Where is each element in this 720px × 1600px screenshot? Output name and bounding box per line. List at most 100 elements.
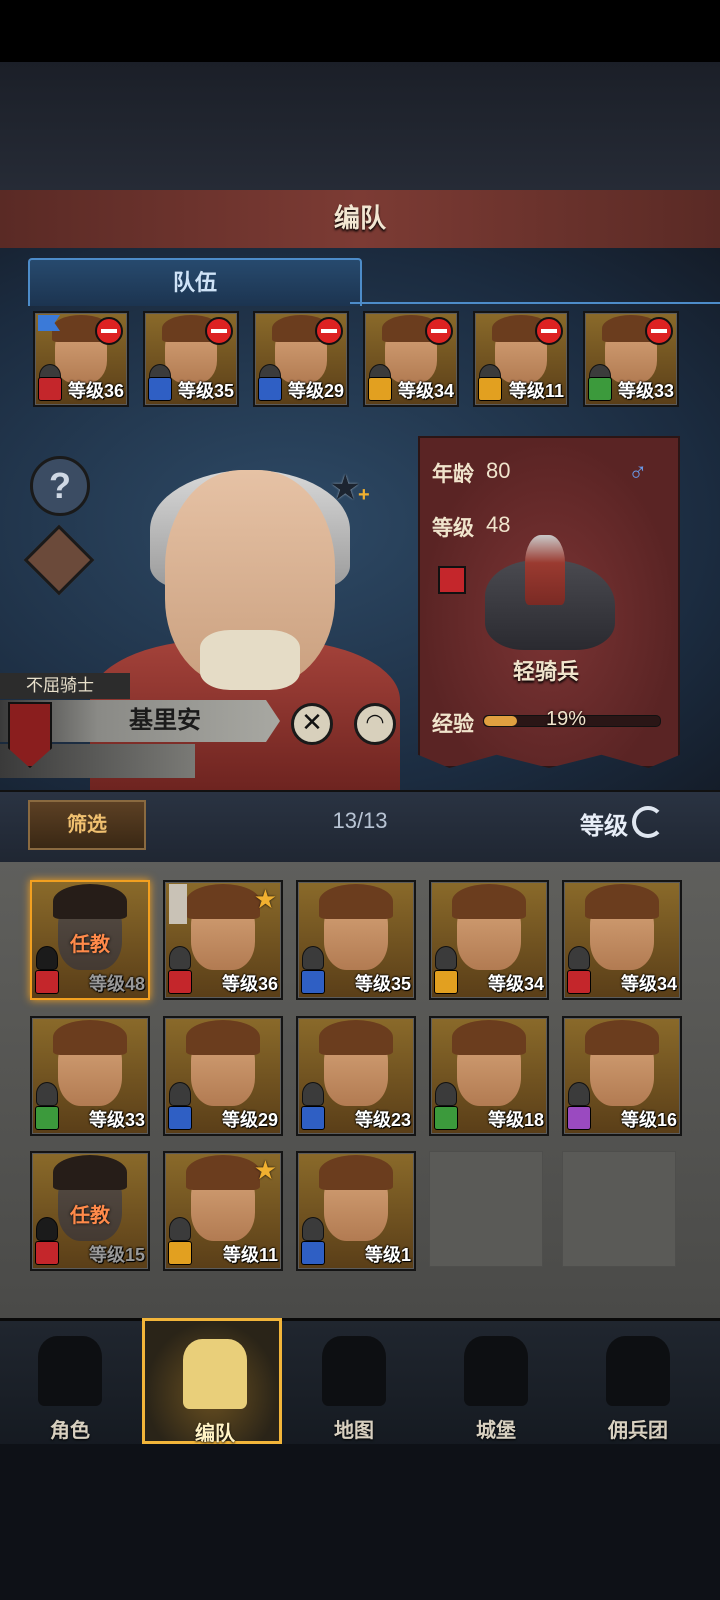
remove-icon[interactable] — [535, 317, 563, 345]
portrait-hair — [52, 1020, 128, 1056]
level-label: 等级29 — [221, 1110, 278, 1130]
nav-label: 佣兵团 — [608, 1420, 668, 1442]
unit-type: 轻骑兵 — [512, 659, 579, 684]
status-bar — [0, 0, 720, 62]
add-star-icon[interactable]: ★ — [330, 468, 360, 508]
class-icon — [434, 970, 458, 994]
roster-card[interactable]: 等级11 ★ — [163, 1151, 283, 1271]
roster-card[interactable]: 等级15 任教 — [30, 1151, 150, 1271]
rider-figure — [525, 535, 565, 605]
class-icon — [567, 1106, 591, 1130]
portrait-hair — [584, 884, 660, 920]
team-slot[interactable]: 等级36 — [33, 311, 129, 407]
class-icon — [301, 970, 325, 994]
roster-card[interactable]: 等级16 — [562, 1016, 682, 1136]
team-slot[interactable]: 等级29 — [253, 311, 349, 407]
sort-button[interactable]: 等级 — [580, 806, 628, 841]
tab-team[interactable]: 队伍 — [28, 258, 362, 306]
horse-icon — [438, 566, 466, 594]
level-label: 等级34 — [487, 974, 544, 994]
nav-label: 地图 — [334, 1420, 374, 1442]
portrait-hair — [451, 1020, 527, 1056]
level-label: 等级33 — [88, 1110, 145, 1130]
nav-castle[interactable]: 城堡 — [426, 1318, 566, 1444]
male-icon: ♂ — [628, 456, 648, 486]
banner-icon — [606, 1336, 670, 1406]
remove-icon[interactable] — [425, 317, 453, 345]
roster-card[interactable]: 等级33 — [30, 1016, 150, 1136]
level-label: 等级11 — [222, 1245, 278, 1265]
castle-icon — [464, 1336, 528, 1406]
title-bar: 编队 — [0, 190, 720, 251]
nav-helmet[interactable]: 编队 — [142, 1318, 282, 1445]
class-icon — [301, 1106, 325, 1130]
helmet-icon — [302, 945, 324, 970]
class-icon — [301, 1241, 325, 1265]
roster-card[interactable]: 等级1 — [296, 1151, 416, 1271]
team-slot[interactable]: 等级35 — [143, 311, 239, 407]
helmet-icon — [568, 945, 590, 970]
compass-icon — [322, 1336, 386, 1406]
remove-icon[interactable] — [205, 317, 233, 345]
class-icon — [35, 1241, 59, 1265]
nav-compass[interactable]: 地图 — [284, 1318, 424, 1444]
remove-icon[interactable] — [645, 317, 673, 345]
roster-card[interactable]: 等级34 — [562, 880, 682, 1000]
help-button[interactable]: ? — [30, 456, 90, 516]
hero-name: 基里安 — [129, 707, 201, 734]
nav-label: 角色 — [50, 1420, 90, 1442]
level-value: 48 — [486, 512, 511, 537]
tab-underline — [350, 302, 720, 304]
bottom-backdrop — [0, 1444, 720, 1600]
level-label: 等级33 — [617, 381, 674, 401]
helmet-icon — [36, 1081, 58, 1106]
portrait-hair — [185, 1155, 261, 1191]
screen-title: 编队 — [333, 203, 386, 233]
age-value: 80 — [486, 458, 511, 483]
team-slot[interactable]: 等级33 — [583, 311, 679, 407]
level-label: 等级15 — [88, 1245, 145, 1265]
class-icon — [478, 377, 502, 401]
status-label: 任教 — [70, 934, 110, 957]
roster-card[interactable]: 等级18 — [429, 1016, 549, 1136]
roster-card[interactable]: 等级23 — [296, 1016, 416, 1136]
roster-card[interactable]: 等级34 — [429, 880, 549, 1000]
remove-icon[interactable] — [95, 317, 123, 345]
class-icon — [368, 377, 392, 401]
refresh-icon[interactable] — [632, 806, 664, 838]
nav-knight[interactable]: 角色 — [0, 1318, 140, 1444]
nav-label: 城堡 — [476, 1420, 516, 1442]
xp-percent: 19% — [546, 708, 587, 730]
portrait-hair — [52, 1155, 128, 1191]
tab-team-label: 队伍 — [172, 270, 217, 295]
equip-button[interactable]: ◠ — [354, 703, 396, 745]
helmet-icon — [302, 1081, 324, 1106]
roster-card[interactable]: 等级29 — [163, 1016, 283, 1136]
hero-scarf — [200, 630, 300, 690]
portrait-hair — [318, 1155, 394, 1191]
remove-icon[interactable] — [315, 317, 343, 345]
plus-icon: + — [358, 484, 370, 506]
star-icon: ★ — [253, 884, 277, 914]
filter-button[interactable]: 筛选 — [28, 800, 146, 850]
star-icon: ★ — [253, 1155, 277, 1185]
helmet-icon — [435, 1081, 457, 1106]
level-label: 等级 — [432, 517, 474, 540]
xp-label: 经验 — [432, 713, 474, 736]
nav-banner[interactable]: 佣兵团 — [568, 1318, 708, 1444]
class-icon — [168, 1106, 192, 1130]
dismiss-button[interactable]: ✕ — [291, 703, 333, 745]
portrait-hair — [318, 1020, 394, 1056]
roster-card[interactable]: 等级48 任教 — [30, 880, 150, 1000]
team-slot[interactable]: 等级34 — [363, 311, 459, 407]
level-label: 等级36 — [67, 381, 124, 401]
level-label: 等级36 — [221, 974, 278, 994]
portrait-hair — [185, 884, 261, 920]
roster-card[interactable]: 等级36 ★ — [163, 880, 283, 1000]
portrait-hair — [318, 884, 394, 920]
top-backdrop — [0, 62, 720, 190]
roster-card[interactable]: 等级35 — [296, 880, 416, 1000]
helmet-icon — [568, 1081, 590, 1106]
level-label: 等级48 — [88, 974, 145, 994]
team-slot[interactable]: 等级11 — [473, 311, 569, 407]
